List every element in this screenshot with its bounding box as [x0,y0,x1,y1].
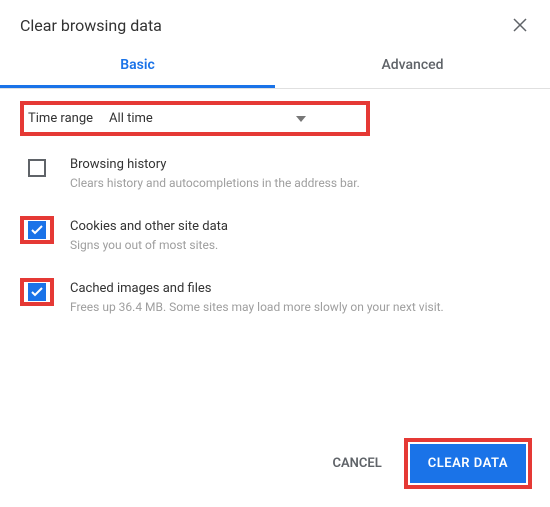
dialog-header: Clear browsing data [0,0,550,45]
option-desc: Frees up 36.4 MB. Some sites may load mo… [70,299,530,316]
option-desc: Signs you out of most sites. [70,237,530,254]
dialog-title: Clear browsing data [20,16,162,35]
tabs: Basic Advanced [0,45,550,89]
tab-advanced[interactable]: Advanced [275,45,550,88]
browsing-history-checkbox[interactable] [28,159,46,177]
option-text: Browsing history Clears history and auto… [70,154,530,192]
time-range-label: Time range [26,111,93,126]
checkbox-wrap [20,154,54,182]
check-icon [31,225,43,235]
dialog-footer: CANCEL CLEAR DATA [318,438,532,489]
option-text: Cached images and files Frees up 36.4 MB… [70,278,530,316]
chevron-down-icon [296,111,306,126]
option-browsing-history: Browsing history Clears history and auto… [20,154,530,192]
time-range-value: All time [109,111,153,126]
tab-basic[interactable]: Basic [0,45,275,88]
cancel-button[interactable]: CANCEL [318,446,395,481]
clear-browsing-data-dialog: Clear browsing data Basic Advanced Time … [0,0,550,507]
cache-checkbox[interactable] [28,283,46,301]
time-range-row: Time range All time [20,101,370,136]
time-range-select[interactable]: All time [105,109,310,128]
checkbox-wrap [20,216,54,244]
options-list: Browsing history Clears history and auto… [0,136,550,315]
close-button[interactable] [510,15,530,35]
option-text: Cookies and other site data Signs you ou… [70,216,530,254]
option-title: Cached images and files [70,281,530,296]
option-title: Browsing history [70,157,530,172]
option-desc: Clears history and autocompletions in th… [70,175,530,192]
time-range-section: Time range All time [0,89,550,136]
close-icon [513,18,527,32]
clear-data-button[interactable]: CLEAR DATA [410,444,526,483]
clear-button-highlight: CLEAR DATA [404,438,532,489]
check-icon [31,287,43,297]
checkbox-wrap [20,278,54,306]
cookies-checkbox[interactable] [28,221,46,239]
option-title: Cookies and other site data [70,219,530,234]
option-cookies: Cookies and other site data Signs you ou… [20,216,530,254]
option-cache: Cached images and files Frees up 36.4 MB… [20,278,530,316]
